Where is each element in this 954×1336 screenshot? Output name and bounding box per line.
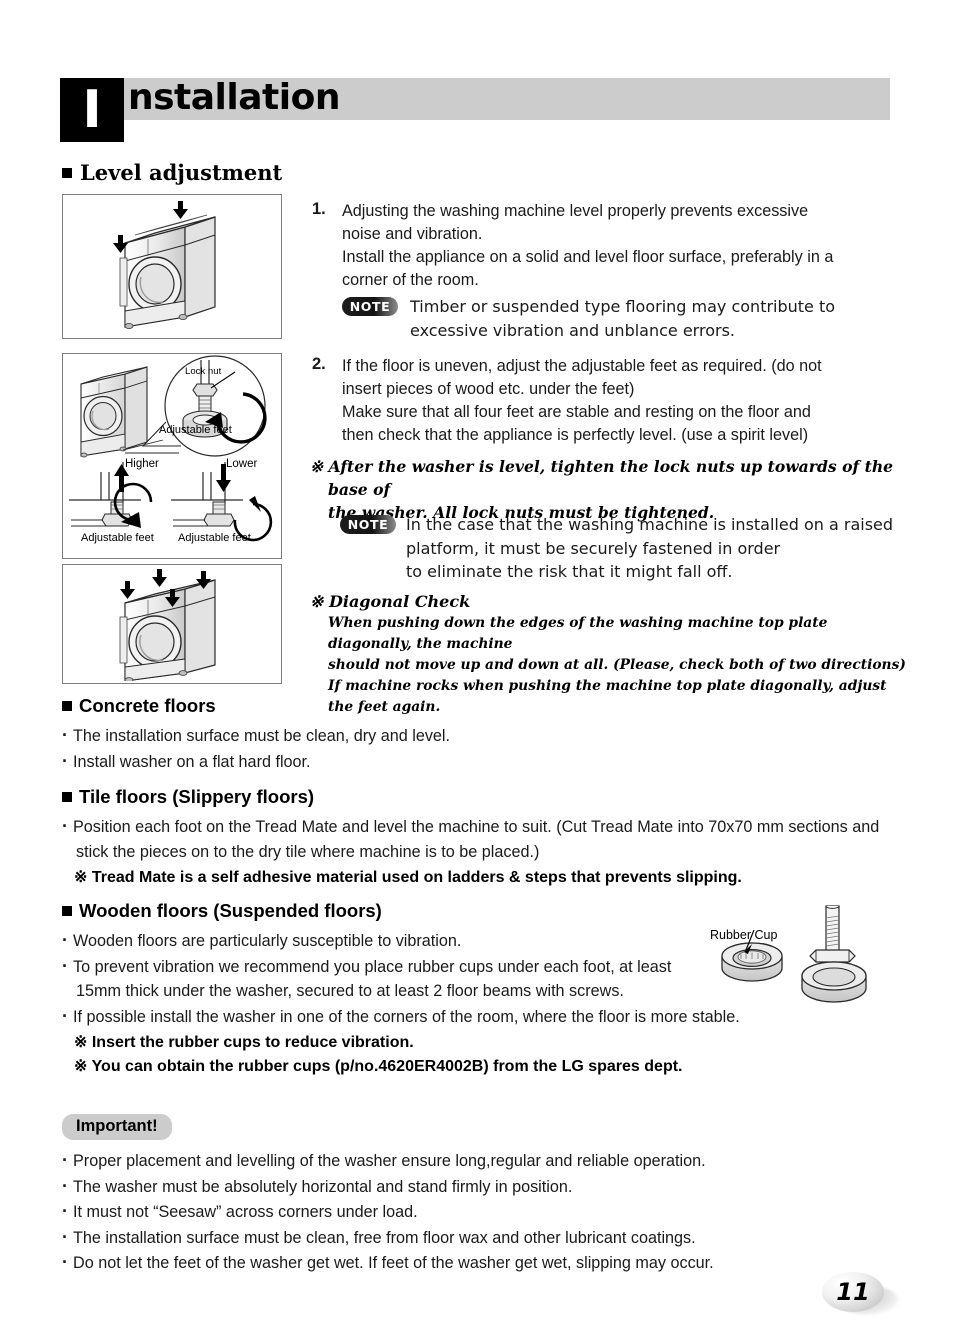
- wooden-bullet-1: Wooden floors are particularly susceptib…: [62, 928, 706, 954]
- label-adjustable-feet-left: Adjustable feet: [81, 532, 154, 544]
- note-badge-icon-2: NOTE: [340, 515, 396, 534]
- step-1-note: NOTE Timber or suspended type flooring m…: [342, 295, 902, 342]
- important-section: Important! Proper placement and levellin…: [62, 1114, 907, 1276]
- wooden-bullet-2: To prevent vibration we recommend you pl…: [62, 954, 706, 1004]
- diagonal-check-drawing: [119, 569, 216, 683]
- page-number-text: 11: [836, 1278, 870, 1306]
- important-badge: Important!: [62, 1114, 172, 1140]
- raised-platform-note-line-1: In the case that the washing machine is …: [406, 515, 894, 534]
- raised-platform-note-line-2: platform, it must be securely fastened i…: [406, 538, 781, 558]
- page-number-badge: 11: [822, 1272, 898, 1315]
- step-2-line-1: If the floor is uneven, adjust the adjus…: [342, 357, 822, 375]
- step-1-note-line-2: excessive vibration and unblance errors.: [410, 320, 735, 340]
- raised-platform-note: NOTE In the case that the washing machin…: [312, 513, 954, 584]
- label-lower: Lower: [226, 458, 258, 470]
- adjustable-feet-drawing: [69, 355, 273, 542]
- bullet-square-icon: [62, 168, 72, 178]
- step-1-line-1: Adjusting the washing machine level prop…: [342, 202, 809, 220]
- step-2: 2. If the floor is uneven, adjust the ad…: [312, 355, 902, 447]
- document-page: I nstallation Level adjustment Lock nut …: [0, 0, 954, 1336]
- illustration-panel-washer-level: [62, 194, 282, 339]
- step-2-line-4: then check that the appliance is perfect…: [342, 426, 809, 444]
- important-bullet-1: Proper placement and levelling of the wa…: [62, 1148, 907, 1174]
- heading-tile-floors: Tile floors (Slippery floors): [62, 786, 907, 808]
- important-bullet-3: It must not “Seesaw” across corners unde…: [62, 1199, 907, 1225]
- diagonal-check-heading: Diagonal Check: [328, 592, 471, 611]
- wooden-note-2: ※ You can obtain the rubber cups (p/no.4…: [74, 1058, 683, 1075]
- illustration-panel-diagonal-check: [62, 564, 282, 684]
- rubber-cup-drawing: [721, 905, 867, 1003]
- header-dropcap-letter: I: [82, 80, 102, 140]
- step-2-number: 2.: [312, 355, 326, 373]
- diagonal-check-line-1: When pushing down the edges of the washi…: [328, 615, 828, 652]
- bullet-square-icon-tile: [62, 792, 72, 802]
- step-2-line-2: insert pieces of wood etc. under the fee…: [342, 380, 635, 398]
- tile-note-1: ※ Tread Mate is a self adhesive material…: [74, 869, 742, 886]
- label-adjustable-feet-right: Adjustable feet: [178, 532, 251, 544]
- illustration-panel-adjustable-feet: Lock nut Adjustable feet Higher Lower Ad…: [62, 353, 282, 559]
- section-tile-floors: Tile floors (Slippery floors) Position e…: [62, 786, 907, 890]
- page-title: nstallation: [128, 77, 340, 118]
- step-1-line-4: corner of the room.: [342, 271, 479, 289]
- bullet-square-icon-wooden: [62, 906, 72, 916]
- step-1-line-3: Install the appliance on a solid and lev…: [342, 248, 834, 266]
- heading-concrete-floors: Concrete floors: [62, 695, 907, 717]
- section-heading-level-adjustment: Level adjustment: [62, 160, 282, 185]
- label-adjustable-feet-magnified: Adjustable feet: [159, 424, 232, 436]
- important-bullet-2: The washer must be absolutely horizontal…: [62, 1174, 907, 1200]
- step-1-line-2: noise and vibration.: [342, 225, 483, 243]
- label-rubber-cup: Rubber Cup: [710, 928, 778, 942]
- important-bullet-5: Do not let the feet of the washer get we…: [62, 1250, 907, 1276]
- diagonal-check-line-2: should not move up and down at all. (Ple…: [328, 657, 906, 673]
- section-concrete-floors: Concrete floors The installation surface…: [62, 695, 907, 774]
- raised-platform-note-line-3: to eliminate the risk that it might fall…: [406, 562, 733, 581]
- washer-level-drawing: [113, 201, 216, 329]
- concrete-bullet-2: Install washer on a flat hard floor.: [62, 749, 907, 775]
- label-lock-nut: Lock nut: [185, 366, 222, 377]
- after-level-note-line-1: After the washer is level, tighten the l…: [328, 457, 894, 499]
- concrete-bullet-1: The installation surface must be clean, …: [62, 723, 907, 749]
- step-1: 1. Adjusting the washing machine level p…: [312, 200, 902, 342]
- note-badge-icon: NOTE: [342, 297, 398, 316]
- illustration-rubber-cup: Rubber Cup: [704, 902, 894, 1012]
- step-1-note-line-1: Timber or suspended type flooring may co…: [410, 297, 836, 316]
- page-header: I nstallation: [60, 77, 890, 142]
- wooden-note-1: ※ Insert the rubber cups to reduce vibra…: [74, 1034, 414, 1051]
- step-2-line-3: Make sure that all four feet are stable …: [342, 403, 811, 421]
- step-1-number: 1.: [312, 200, 326, 218]
- important-bullet-4: The installation surface must be clean, …: [62, 1225, 907, 1251]
- tile-bullet-1: Position each foot on the Tread Mate and…: [62, 814, 896, 864]
- bullet-square-icon-concrete: [62, 701, 72, 711]
- asterisk-marker-1: ※: [310, 457, 324, 476]
- label-higher: Higher: [125, 458, 159, 470]
- asterisk-marker-2: ※: [310, 592, 324, 611]
